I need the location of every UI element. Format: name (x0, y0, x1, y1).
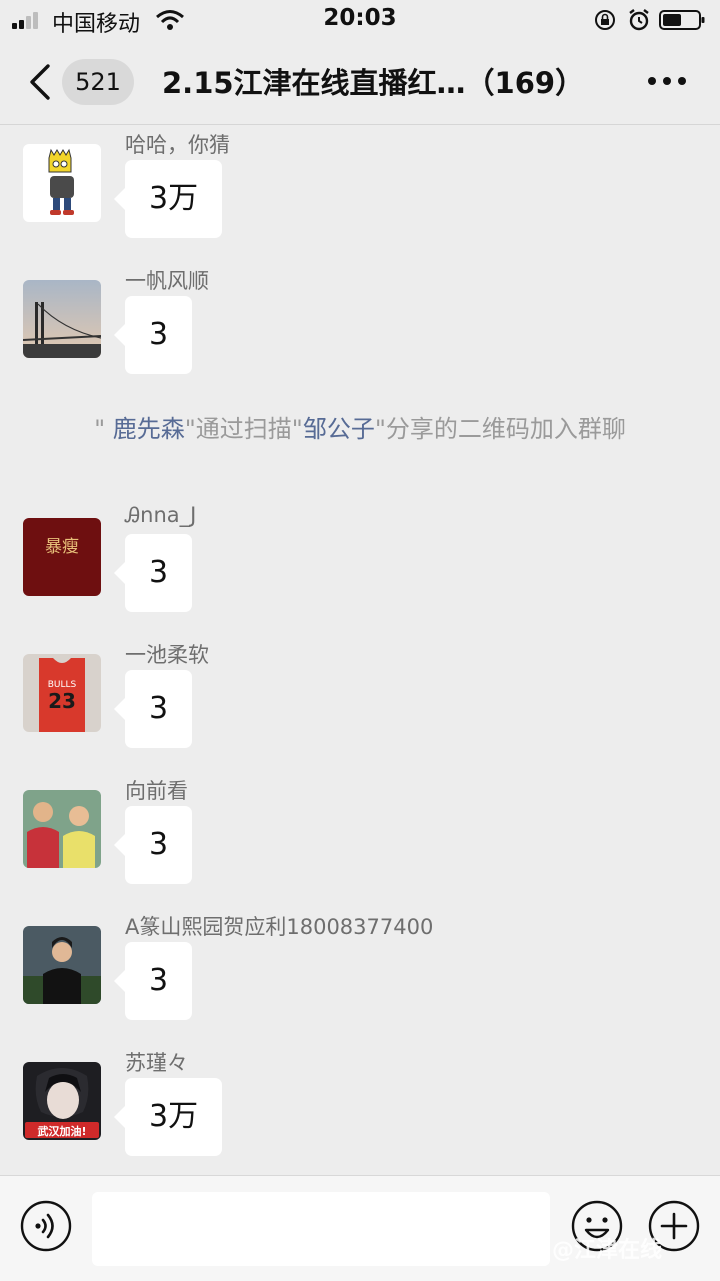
person-portrait-avatar[interactable] (23, 926, 101, 1004)
notice-text: "通过扫描" (184, 415, 303, 443)
alarm-icon (629, 9, 649, 31)
notice-text: " (94, 415, 113, 443)
bridge-sunset-avatar[interactable] (23, 280, 101, 358)
message-bubble[interactable]: 3 (113, 534, 193, 612)
input-bar (0, 1175, 720, 1281)
battery-icon (659, 10, 705, 30)
unread-count-badge[interactable]: 521 (62, 59, 134, 105)
message-item: 向前看 3 (0, 779, 720, 898)
message-bubble[interactable]: 3万 (113, 1078, 223, 1156)
message-item: A篆山熙园贺应利18008377400 3 (0, 915, 720, 1034)
sender-name: 哈哈，你猜 (125, 133, 230, 157)
message-input[interactable] (92, 1192, 550, 1266)
bulls-jersey-avatar[interactable]: BULLS 23 (23, 654, 101, 732)
avatar-text: 暴瘦 (45, 537, 79, 557)
anime-avatar[interactable]: 武汉加油! (23, 1062, 101, 1140)
sender-name: A篆山熙园贺应利18008377400 (125, 915, 434, 939)
message-bubble[interactable]: 3万 (113, 160, 223, 238)
system-join-notice: " 鹿先森"通过扫描"邹公子"分享的二维码加入群聊 (60, 412, 660, 446)
message-bubble[interactable]: 3 (113, 806, 193, 884)
voice-icon[interactable] (20, 1200, 72, 1252)
message-item: 武汉加油! 苏瑾々 3万 (0, 1051, 720, 1170)
more-icon[interactable] (647, 76, 687, 86)
sender-name: 一池柔软 (125, 643, 209, 667)
avatar-text: 23 (48, 689, 76, 713)
sharer-link[interactable]: 邹公子 (303, 415, 375, 443)
sender-name: Ꭿnna_J (125, 503, 197, 527)
message-bubble[interactable]: 3 (113, 670, 193, 748)
sender-name: 向前看 (125, 779, 188, 803)
back-icon[interactable] (26, 62, 54, 102)
message-item: 哈哈，你猜 3万 (0, 133, 720, 252)
notice-text: "分享的二维码加入群聊 (374, 415, 626, 443)
message-item: 一帆风顺 3 (0, 269, 720, 388)
message-item: BULLS 23 一池柔软 3 (0, 643, 720, 762)
chat-title: 2.15江津在线直播红…（169） (162, 66, 585, 100)
message-bubble[interactable]: 3 (113, 296, 193, 374)
avatar-text: 武汉加油! (37, 1124, 86, 1138)
watermark: @江津在线 (552, 1238, 663, 1263)
message-item: 暴瘦 Ꭿnna_J 3 (0, 503, 720, 626)
rotation-lock-icon (595, 10, 615, 30)
kids-photo-avatar[interactable] (23, 790, 101, 868)
red-book-avatar[interactable]: 暴瘦 (23, 518, 101, 596)
sender-name: 一帆风顺 (125, 269, 209, 293)
inviter-link[interactable]: 鹿先森 (113, 415, 185, 443)
sender-name: 苏瑾々 (125, 1051, 188, 1075)
message-bubble[interactable]: 3 (113, 942, 193, 1020)
chat-header: 521 2.15江津在线直播红…（169） (0, 40, 720, 125)
bart-simpson-avatar[interactable] (23, 144, 101, 222)
status-bar: 中国移动 20:03 (0, 0, 720, 40)
